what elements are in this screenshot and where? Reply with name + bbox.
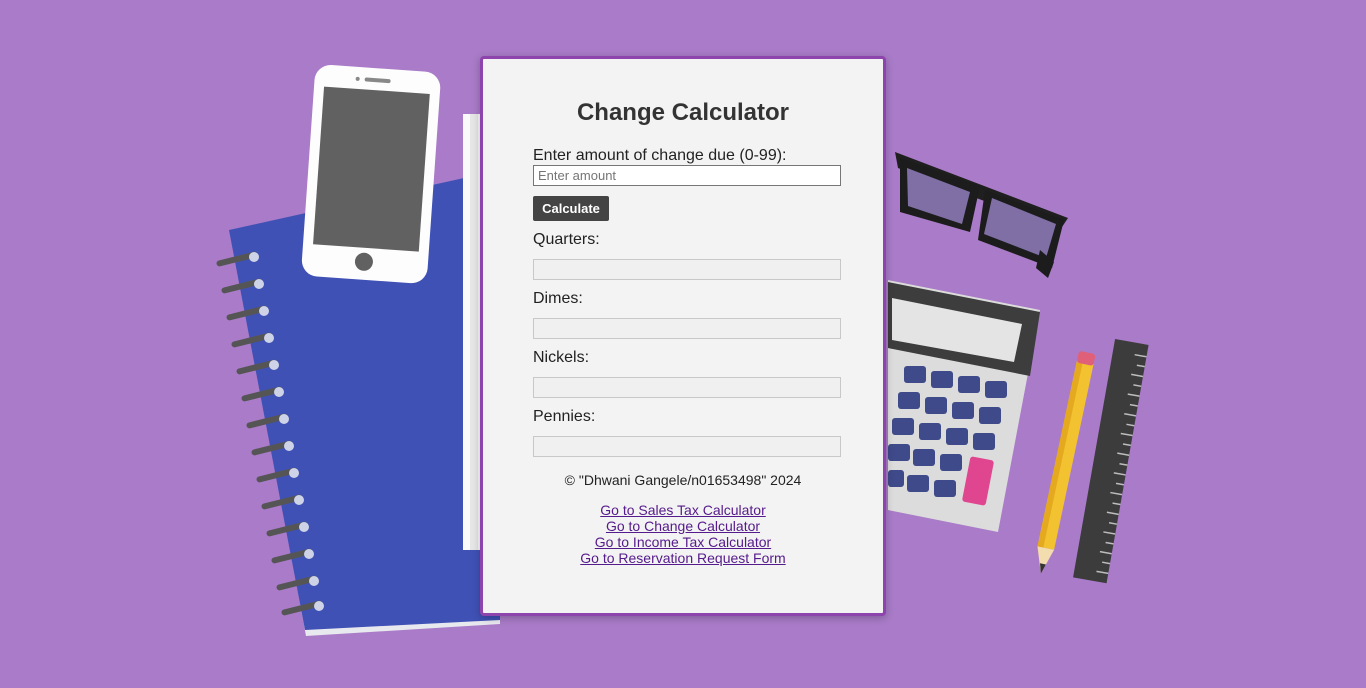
glasses-illustration: [895, 152, 1068, 278]
sales-tax-link[interactable]: Go to Sales Tax Calculator: [600, 502, 766, 518]
reservation-form-link[interactable]: Go to Reservation Request Form: [580, 550, 785, 566]
dimes-output: [533, 318, 841, 339]
change-calculator-link[interactable]: Go to Change Calculator: [606, 518, 760, 534]
phone-illustration: [301, 65, 441, 284]
quarters-output: [533, 259, 841, 280]
amount-label: Enter amount of change due (0-99):: [533, 147, 787, 164]
copyright-text: © "Dhwani Gangele/n01653498" 2024: [564, 472, 802, 488]
amount-input[interactable]: [533, 165, 841, 186]
page-title: Change Calculator: [576, 99, 790, 126]
calculator-card: Change Calculator Enter amount of change…: [480, 56, 886, 616]
nickels-label: Nickels:: [533, 349, 590, 366]
calculator-illustration: [888, 280, 1040, 532]
nav-links: Go to Sales Tax Calculator Go to Change …: [483, 502, 883, 566]
calculate-button[interactable]: Calculate: [533, 196, 609, 221]
nickels-output: [533, 377, 841, 398]
pennies-output: [533, 436, 841, 457]
quarters-label: Quarters:: [533, 231, 600, 248]
pennies-label: Pennies:: [533, 408, 596, 425]
income-tax-link[interactable]: Go to Income Tax Calculator: [595, 534, 771, 550]
dimes-label: Dimes:: [533, 290, 583, 307]
